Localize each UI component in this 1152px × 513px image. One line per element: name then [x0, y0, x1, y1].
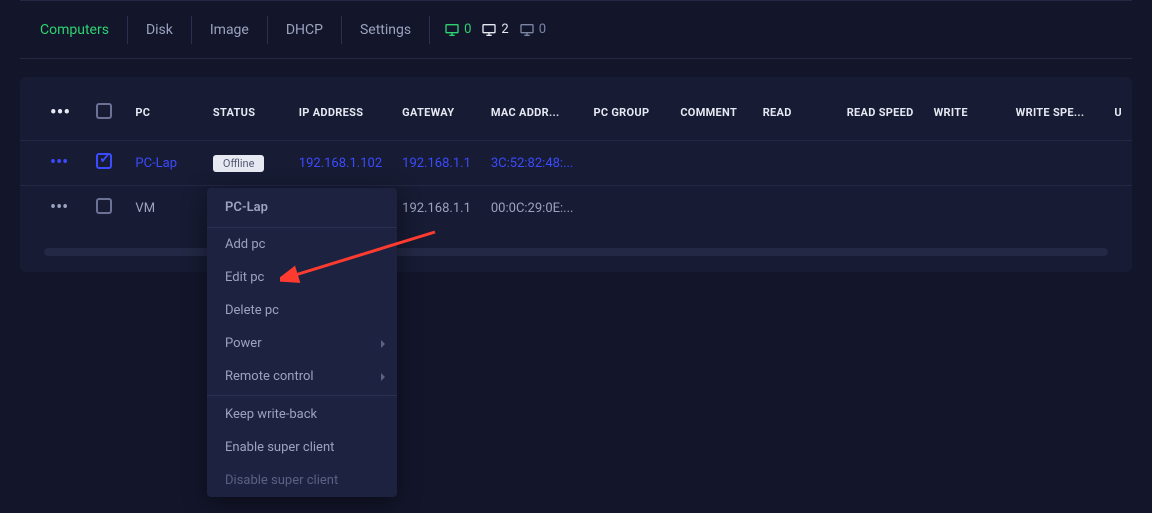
monitor-icon	[481, 22, 497, 38]
table-row[interactable]: ••• PC-Lap Offline 192.168.1.102 192.168…	[20, 141, 1132, 186]
monitor-count-offline[interactable]: 0	[519, 22, 546, 38]
select-all-checkbox[interactable]	[96, 103, 112, 119]
row-checkbox[interactable]	[96, 153, 112, 169]
monitor-count-total[interactable]: 2	[481, 22, 508, 38]
ctx-item-power[interactable]: Power	[207, 327, 397, 360]
col-header-last[interactable]: U	[1104, 85, 1132, 141]
ctx-item-remote-control[interactable]: Remote control	[207, 360, 397, 393]
cell-gateway: 192.168.1.1	[392, 186, 481, 231]
col-header-gateway[interactable]: GATEWAY	[392, 85, 481, 141]
monitor-count-online[interactable]: 0	[444, 22, 471, 38]
nav-settings[interactable]: Settings	[342, 16, 430, 44]
nav-image[interactable]: Image	[192, 16, 268, 44]
context-menu: PC-Lap Add pc Edit pc Delete pc Power Re…	[207, 188, 397, 497]
nav-disk[interactable]: Disk	[128, 16, 192, 44]
header-actions-icon[interactable]: •••	[44, 102, 76, 123]
horizontal-scrollbar[interactable]	[44, 248, 1108, 256]
ctx-item-add-pc[interactable]: Add pc	[207, 228, 397, 261]
ctx-item-edit-pc[interactable]: Edit pc	[207, 261, 397, 294]
monitor-icon	[519, 22, 535, 38]
cell-mac: 3C:52:82:48:...	[481, 141, 584, 186]
col-header-status[interactable]: STATUS	[203, 85, 289, 141]
cell-gateway: 192.168.1.1	[392, 141, 481, 186]
row-actions-icon[interactable]: •••	[44, 152, 74, 173]
table-row[interactable]: ••• VM 192.168.1.1 00:0C:29:0E:...	[20, 186, 1132, 231]
row-checkbox[interactable]	[96, 198, 112, 214]
ctx-item-enable-super-client[interactable]: Enable super client	[207, 431, 397, 464]
cell-pcname: VM	[125, 186, 202, 231]
col-header-comment[interactable]: COMMENT	[670, 85, 752, 141]
col-header-writespeed[interactable]: WRITE SPE...	[1006, 85, 1105, 141]
col-header-ip[interactable]: IP ADDRESS	[289, 85, 392, 141]
col-header-read[interactable]: READ	[753, 85, 837, 141]
status-badge: Offline	[213, 155, 265, 172]
ctx-item-delete-pc[interactable]: Delete pc	[207, 294, 397, 327]
nav-computers[interactable]: Computers	[40, 16, 128, 44]
ctx-item-disable-super-client: Disable super client	[207, 464, 397, 497]
col-header-mac[interactable]: MAC ADDR...	[481, 85, 584, 141]
row-actions-icon[interactable]: •••	[44, 197, 74, 218]
col-header-readspeed[interactable]: READ SPEED	[837, 85, 924, 141]
nav-dhcp[interactable]: DHCP	[268, 16, 342, 44]
ctx-item-keep-writeback[interactable]: Keep write-back	[207, 398, 397, 431]
cell-mac: 00:0C:29:0E:...	[481, 186, 584, 231]
computers-table: ••• PC STATUS IP ADDRESS GATEWAY MAC ADD…	[20, 85, 1132, 230]
computers-panel: ••• PC STATUS IP ADDRESS GATEWAY MAC ADD…	[20, 77, 1132, 272]
top-nav: Computers Disk Image DHCP Settings 0 2 0	[20, 1, 1132, 59]
cell-ip: 192.168.1.102	[289, 141, 392, 186]
col-header-pc[interactable]: PC	[125, 85, 202, 141]
col-header-write[interactable]: WRITE	[924, 85, 1006, 141]
context-menu-title: PC-Lap	[207, 188, 397, 228]
monitor-icon	[444, 22, 460, 38]
col-header-pcgroup[interactable]: PC GROUP	[583, 85, 670, 141]
cell-pcname: PC-Lap	[125, 141, 202, 186]
